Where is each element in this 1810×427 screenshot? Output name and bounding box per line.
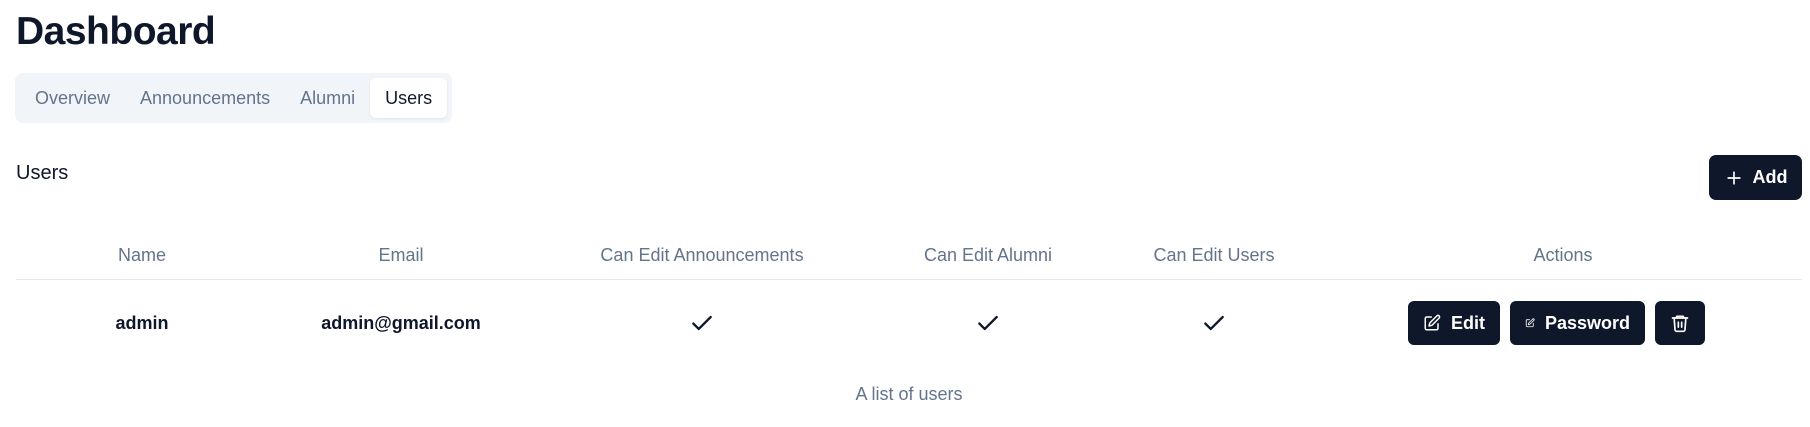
tab-users[interactable]: Users: [370, 78, 448, 118]
column-header-name: Name: [117, 244, 167, 265]
delete-button[interactable]: [1655, 301, 1705, 345]
edit-icon: [1525, 318, 1535, 328]
password-button-label: Password: [1544, 312, 1630, 333]
cell-can-edit-alumni: [975, 280, 1001, 366]
cell-can-edit-users: [1201, 280, 1227, 366]
table-row: admin admin@gmail.com Edit Password: [16, 280, 1802, 366]
table-header: Name Email Can Edit Announcements Can Ed…: [16, 230, 1802, 280]
section-title: Users: [16, 162, 69, 184]
column-header-can-edit-alumni: Can Edit Alumni: [923, 244, 1053, 265]
tab-overview[interactable]: Overview: [20, 78, 125, 118]
check-icon: [978, 315, 998, 331]
edit-button-label: Edit: [1451, 312, 1485, 333]
page-title: Dashboard: [16, 10, 216, 53]
trash-icon: [1671, 315, 1689, 333]
row-actions: Edit Password: [1408, 301, 1705, 345]
column-header-can-edit-announcements: Can Edit Announcements: [600, 244, 804, 265]
tab-announcements[interactable]: Announcements: [125, 78, 285, 118]
column-header-actions: Actions: [1533, 244, 1593, 265]
cell-email: admin@gmail.com: [321, 312, 481, 333]
column-header-email: Email: [378, 244, 424, 265]
tab-list: Overview Announcements Alumni Users: [15, 73, 452, 123]
edit-button[interactable]: Edit: [1408, 301, 1500, 345]
password-button[interactable]: Password: [1510, 301, 1645, 345]
check-icon: [692, 315, 712, 331]
cell-name: admin: [115, 312, 169, 333]
users-table: Name Email Can Edit Announcements Can Ed…: [16, 230, 1802, 404]
add-user-button[interactable]: Add: [1709, 155, 1802, 200]
add-button-label: Add: [1752, 167, 1788, 187]
plus-icon: [1726, 170, 1741, 185]
cell-can-edit-announcements: [689, 280, 715, 366]
check-icon: [1204, 315, 1224, 331]
column-header-can-edit-users: Can Edit Users: [1153, 244, 1275, 265]
table-caption: A list of users: [855, 384, 963, 404]
tab-alumni[interactable]: Alumni: [285, 78, 370, 118]
edit-icon: [1424, 314, 1441, 331]
